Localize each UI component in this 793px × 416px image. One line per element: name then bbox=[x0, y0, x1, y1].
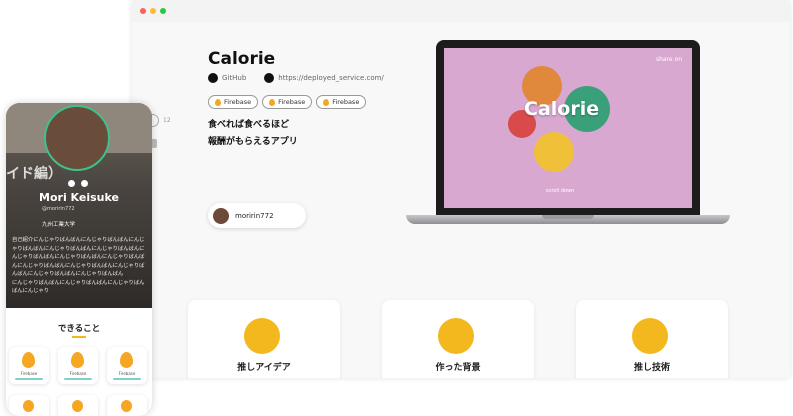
background-icon bbox=[438, 318, 474, 354]
firebase-icon bbox=[72, 400, 83, 412]
bio-text: にんじゃりばんばんにんじゃりばんばんにんじゃりばんばんにんじゃり bbox=[12, 279, 145, 295]
deployed-link[interactable]: https://deployed_service.com/ bbox=[278, 74, 384, 82]
profile-handle: @moririn772 bbox=[42, 206, 75, 212]
firebase-icon bbox=[269, 98, 276, 106]
laptop-notch bbox=[542, 215, 594, 219]
browser-titlebar bbox=[132, 0, 790, 23]
section-title: できること bbox=[57, 324, 101, 334]
skill-level-bar bbox=[15, 378, 43, 380]
app-description: 食べれば食べるほど 報酬がもらえるアプリ bbox=[208, 117, 298, 151]
skill-level-bar bbox=[113, 378, 141, 380]
github-icon bbox=[208, 73, 218, 83]
phone-mockup: イド編） Mori Keisuke @moririn772 九州工業大学 自己紹… bbox=[6, 103, 152, 416]
card-background[interactable]: 作った背景 bbox=[382, 300, 534, 378]
firebase-icon bbox=[22, 352, 35, 368]
tag-firebase[interactable]: Firebase bbox=[208, 95, 259, 109]
author-name: moririn772 bbox=[235, 211, 274, 220]
tag-firebase[interactable]: Firebase bbox=[262, 95, 313, 109]
avatar bbox=[213, 207, 229, 224]
skill-card[interactable] bbox=[58, 395, 98, 416]
section-underline bbox=[72, 336, 86, 338]
profile-hero: イド編） Mori Keisuke @moririn772 九州工業大学 自己紹… bbox=[6, 103, 152, 308]
scroll-down-hint: scroll down bbox=[546, 188, 575, 194]
card-tech[interactable]: 推し技術 bbox=[576, 300, 728, 378]
github-link[interactable]: GitHub bbox=[222, 74, 246, 82]
link-row: GitHub https://deployed_service.com/ bbox=[208, 73, 384, 83]
close-window-dot[interactable] bbox=[140, 8, 146, 14]
like-count: 12 bbox=[163, 117, 171, 124]
skill-label: Firebase bbox=[118, 371, 136, 376]
share-instagram[interactable]: share on bbox=[656, 56, 682, 63]
firebase-icon bbox=[120, 352, 133, 368]
profile-name: Mori Keisuke bbox=[39, 191, 119, 204]
github-icon[interactable] bbox=[68, 180, 75, 187]
minimize-window-dot[interactable] bbox=[150, 8, 156, 14]
skill-label: Firebase bbox=[20, 371, 38, 376]
bio-text: 自己紹介にんじゃりばんばんにんじゃりばんばんにんじゃりばんばんにんじゃりばんばん… bbox=[12, 237, 145, 277]
page-title: Calorie bbox=[208, 49, 276, 69]
maximize-window-dot[interactable] bbox=[160, 8, 166, 14]
skill-card[interactable]: Firebase bbox=[107, 347, 147, 384]
skill-label: Firebase bbox=[69, 371, 87, 376]
card-label: 作った背景 bbox=[435, 363, 481, 373]
card-label: 推し技術 bbox=[633, 363, 670, 373]
card-idea[interactable]: 推しアイデア bbox=[188, 300, 340, 378]
skill-card[interactable]: Firebase bbox=[9, 347, 49, 384]
description-line: 食べれば食べるほど bbox=[208, 120, 290, 130]
tech-tags: Firebase Firebase Firebase bbox=[208, 95, 367, 109]
skill-card[interactable]: Firebase bbox=[58, 347, 98, 384]
github-icon bbox=[264, 73, 275, 83]
profile-university: 九州工業大学 bbox=[42, 222, 76, 228]
firebase-icon bbox=[23, 400, 34, 412]
firebase-icon bbox=[215, 98, 221, 106]
hero-overlay-text: イド編） bbox=[6, 166, 62, 182]
page-content: 12 Calorie GitHub https://deployed_servi… bbox=[132, 22, 790, 378]
idea-icon bbox=[244, 318, 280, 354]
profile-avatar bbox=[44, 105, 110, 171]
firebase-icon bbox=[323, 98, 330, 106]
screen-app-name: Calorie bbox=[524, 98, 600, 120]
social-icons bbox=[68, 180, 88, 187]
author-chip[interactable]: moririn772 bbox=[208, 203, 306, 228]
desktop-browser-window: 12 Calorie GitHub https://deployed_servi… bbox=[132, 0, 790, 378]
illustration-figure bbox=[534, 132, 574, 172]
firebase-icon bbox=[121, 400, 132, 412]
app-screenshot: Calorie share on scroll down bbox=[444, 48, 692, 208]
skill-card[interactable] bbox=[9, 395, 49, 416]
laptop-mockup: Calorie share on scroll down bbox=[436, 40, 700, 215]
tech-icon bbox=[632, 318, 668, 354]
card-label: 推しアイデア bbox=[237, 363, 291, 373]
skill-card[interactable] bbox=[107, 395, 147, 416]
description-line: 報酬がもらえるアプリ bbox=[208, 137, 298, 147]
tag-firebase[interactable]: Firebase bbox=[316, 95, 367, 109]
twitter-icon[interactable] bbox=[81, 180, 88, 187]
profile-bio: 自己紹介にんじゃりばんばんにんじゃりばんばんにんじゃりばんばんにんじゃりばんばん… bbox=[12, 236, 148, 296]
firebase-icon bbox=[71, 352, 84, 368]
skill-level-bar bbox=[64, 378, 92, 380]
